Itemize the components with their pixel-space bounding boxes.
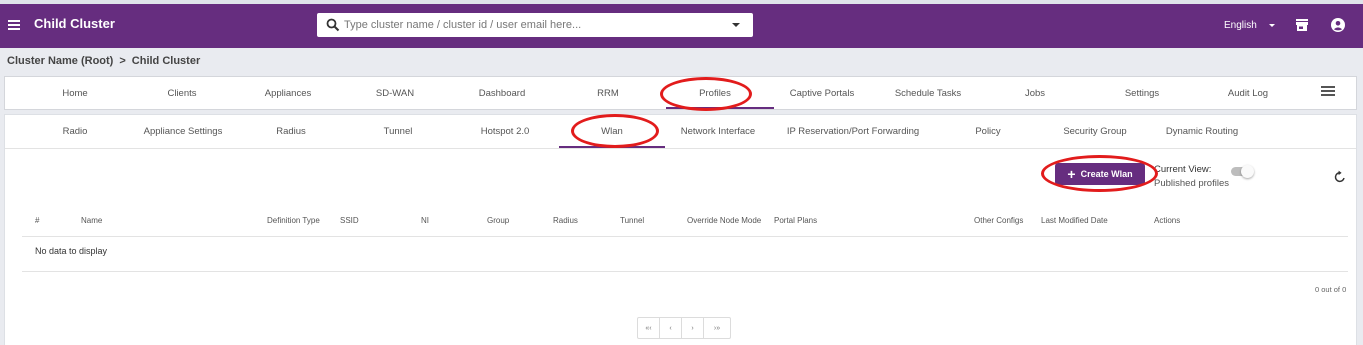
nav-audit-log[interactable]: Audit Log xyxy=(1228,88,1268,99)
current-view-label: Current View: xyxy=(1154,164,1212,175)
nav-home[interactable]: Home xyxy=(62,88,87,99)
more-menu-icon[interactable] xyxy=(1321,86,1335,96)
col-index[interactable]: # xyxy=(35,216,39,225)
hamburger-menu-icon[interactable] xyxy=(8,20,20,30)
nav-active-indicator xyxy=(666,107,774,109)
current-view-value: Published profiles xyxy=(1154,178,1229,189)
nav-appliances[interactable]: Appliances xyxy=(265,88,311,99)
nav-clients[interactable]: Clients xyxy=(167,88,196,99)
search-input[interactable] xyxy=(344,16,724,34)
pagination: «‹ ‹ › ›» xyxy=(637,317,731,339)
search-dropdown-icon[interactable] xyxy=(732,23,740,27)
account-icon[interactable] xyxy=(1331,18,1345,32)
table-header: # Name Definition Type SSID NI Group Rad… xyxy=(22,207,1348,237)
nav-sd-wan[interactable]: SD-WAN xyxy=(376,88,414,99)
col-portal-plans[interactable]: Portal Plans xyxy=(774,216,817,225)
breadcrumb-separator: > xyxy=(119,55,126,67)
create-wlan-button[interactable]: + Create Wlan xyxy=(1055,163,1145,185)
prev-page-button[interactable]: ‹ xyxy=(660,318,682,338)
tab-radio[interactable]: Radio xyxy=(63,126,88,137)
table-footer-divider xyxy=(22,271,1348,272)
col-other-configs[interactable]: Other Configs xyxy=(974,216,1023,225)
chevron-down-icon[interactable] xyxy=(1269,24,1275,27)
tab-hotspot[interactable]: Hotspot 2.0 xyxy=(481,126,530,137)
breadcrumb-root[interactable]: Cluster Name (Root) xyxy=(7,55,113,67)
tab-dynamic-routing[interactable]: Dynamic Routing xyxy=(1166,126,1238,137)
col-definition-type[interactable]: Definition Type xyxy=(267,216,320,225)
tab-policy[interactable]: Policy xyxy=(975,126,1000,137)
col-tunnel[interactable]: Tunnel xyxy=(620,216,644,225)
nav-rrm[interactable]: RRM xyxy=(597,88,619,99)
nav-dashboard[interactable]: Dashboard xyxy=(479,88,525,99)
col-group[interactable]: Group xyxy=(487,216,509,225)
next-page-button[interactable]: › xyxy=(682,318,704,338)
app-title: Child Cluster xyxy=(34,16,115,31)
col-last-modified-date[interactable]: Last Modified Date xyxy=(1041,216,1108,225)
tab-tunnel[interactable]: Tunnel xyxy=(384,126,413,137)
plus-icon: + xyxy=(1067,166,1076,182)
top-bar: Child Cluster English xyxy=(0,4,1363,48)
search-icon xyxy=(326,18,340,32)
empty-table-message: No data to display xyxy=(35,246,108,256)
main-nav: Home Clients Appliances SD-WAN Dashboard… xyxy=(4,76,1357,110)
col-actions: Actions xyxy=(1154,216,1181,225)
last-page-button[interactable]: ›» xyxy=(704,318,730,338)
nav-schedule-tasks[interactable]: Schedule Tasks xyxy=(895,88,961,99)
store-icon[interactable] xyxy=(1296,19,1308,31)
sub-nav: Radio Appliance Settings Radius Tunnel H… xyxy=(5,115,1356,149)
col-ssid[interactable]: SSID xyxy=(340,216,359,225)
tab-wlan[interactable]: Wlan xyxy=(601,126,623,137)
language-selector[interactable]: English xyxy=(1224,20,1257,31)
record-count: 0 out of 0 xyxy=(1315,285,1347,294)
nav-settings[interactable]: Settings xyxy=(1125,88,1159,99)
current-view-toggle[interactable] xyxy=(1231,165,1254,178)
col-ni[interactable]: NI xyxy=(421,216,429,225)
search-box[interactable] xyxy=(317,13,753,37)
nav-jobs[interactable]: Jobs xyxy=(1025,88,1045,99)
toggle-knob[interactable] xyxy=(1241,165,1254,178)
content-panel: Radio Appliance Settings Radius Tunnel H… xyxy=(4,114,1357,345)
col-radius[interactable]: Radius xyxy=(553,216,578,225)
breadcrumb-current: Child Cluster xyxy=(131,55,201,67)
nav-profiles[interactable]: Profiles xyxy=(699,88,731,99)
tab-security-group[interactable]: Security Group xyxy=(1063,126,1126,137)
nav-captive-portals[interactable]: Captive Portals xyxy=(790,88,854,99)
tab-appliance-settings[interactable]: Appliance Settings xyxy=(144,126,223,137)
first-page-button[interactable]: «‹ xyxy=(638,318,660,338)
refresh-icon[interactable] xyxy=(1333,170,1347,184)
col-name[interactable]: Name xyxy=(81,216,102,225)
create-wlan-label: Create Wlan xyxy=(1080,169,1133,179)
tab-ip-reservation[interactable]: IP Reservation/Port Forwarding xyxy=(787,126,919,137)
col-override-node-mode[interactable]: Override Node Mode xyxy=(687,216,761,225)
tab-radius[interactable]: Radius xyxy=(276,126,306,137)
tab-network-interface[interactable]: Network Interface xyxy=(681,126,755,137)
breadcrumb: Cluster Name (Root) > Child Cluster xyxy=(7,55,200,67)
tab-active-indicator xyxy=(559,146,665,148)
